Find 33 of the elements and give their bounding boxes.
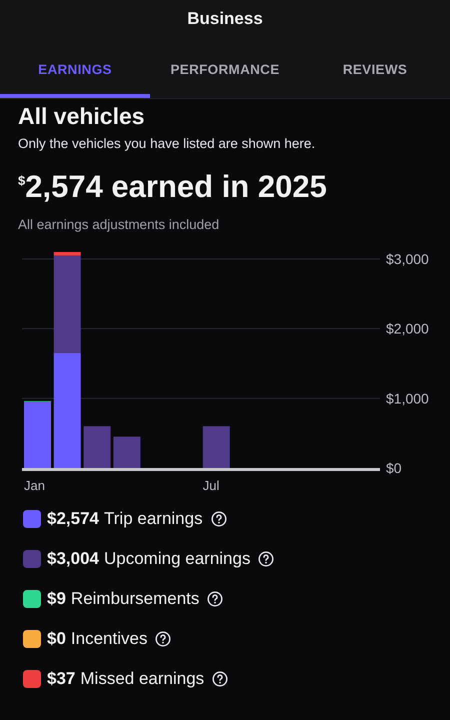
legend-label: Trip earnings xyxy=(104,509,203,529)
legend-amount: $3,004 xyxy=(47,549,99,569)
tab[interactable]: EARNINGS xyxy=(0,38,150,98)
help-icon[interactable] xyxy=(212,671,228,687)
y-tick-label: $2,000 xyxy=(386,320,429,337)
legend-label: Reimbursements xyxy=(70,589,200,609)
bar xyxy=(84,426,111,468)
bar xyxy=(202,426,230,468)
help-icon[interactable] xyxy=(258,551,274,567)
help-icon[interactable] xyxy=(210,511,227,527)
x-tick-label: Jul xyxy=(202,478,220,493)
earnings-note: All earnings adjustments included xyxy=(17,216,220,232)
y-tick-label: $0 xyxy=(386,460,402,476)
bar xyxy=(113,436,140,468)
section-title: All vehicles xyxy=(17,102,146,130)
help-icon[interactable] xyxy=(207,591,224,607)
y-tick-label: $3,000 xyxy=(386,250,429,267)
legend-label: Missed earnings xyxy=(80,669,204,689)
y-tick-label: $1,000 xyxy=(386,390,429,406)
legend-amount: $37 xyxy=(47,669,76,689)
legend-amount: $0 xyxy=(47,629,66,649)
tab[interactable]: PERFORMANCE xyxy=(150,38,300,98)
earnings-headline: 2,574 earned in 2025 xyxy=(25,169,327,205)
help-icon[interactable] xyxy=(155,631,172,647)
legend-label: Upcoming earnings xyxy=(104,549,250,569)
x-tick-label: Jan xyxy=(24,478,45,493)
legend-label: Incentives xyxy=(70,629,148,649)
legend-amount: $9 xyxy=(47,589,66,609)
legend-amount: $2,574 xyxy=(47,509,99,529)
tab[interactable]: REVIEWS xyxy=(300,38,450,98)
page-title: Business xyxy=(186,8,264,30)
section-subtitle: Only the vehicles you have listed are shown here. xyxy=(17,135,316,151)
currency-symbol: $ xyxy=(18,173,26,188)
